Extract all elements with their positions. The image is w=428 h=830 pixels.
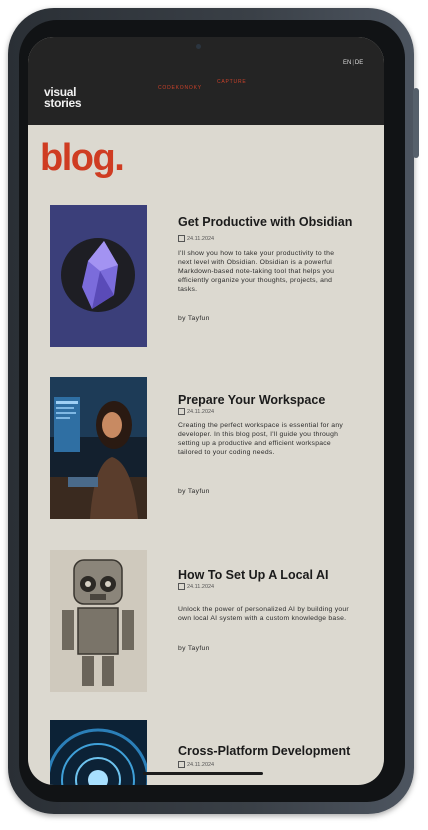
post-thumbnail-workspace[interactable]	[50, 377, 147, 519]
post-title[interactable]: Get Productive with Obsidian	[178, 215, 352, 229]
post-description: Creating the perfect workspace is essent…	[178, 422, 343, 456]
robot-sketch-icon	[50, 550, 147, 692]
post-title[interactable]: Prepare Your Workspace	[178, 393, 325, 407]
post-thumbnail-local-ai[interactable]	[50, 550, 147, 692]
post-date: 24.11.2024	[178, 235, 214, 242]
lang-en-link[interactable]: EN	[343, 60, 351, 66]
tablet-screen: visual stories CODEKONOKY CAPTURE EN|DE …	[28, 37, 384, 785]
post-date-text: 24.11.2024	[187, 583, 215, 590]
post-author: by Tayfun	[178, 488, 210, 495]
page-title: blog.	[40, 137, 125, 179]
site-logo[interactable]: visual stories	[44, 86, 82, 110]
obsidian-logo-icon	[50, 205, 147, 347]
post-title[interactable]: Cross-Platform Development	[178, 744, 350, 758]
home-indicator[interactable]	[143, 772, 263, 775]
calendar-icon	[178, 583, 185, 590]
calendar-icon	[178, 235, 185, 242]
post-thumbnail-cross-platform[interactable]	[50, 720, 147, 785]
front-camera	[196, 44, 201, 49]
post-description: I'll show you how to take your productiv…	[178, 250, 335, 293]
calendar-icon	[178, 408, 185, 415]
language-switcher: EN|DE	[343, 60, 363, 66]
calendar-icon	[178, 761, 185, 768]
site-header: visual stories CODEKONOKY CAPTURE EN|DE	[28, 37, 384, 125]
post-date: 24.11.2024	[178, 583, 214, 590]
lang-separator: |	[352, 60, 354, 66]
post-author: by Tayfun	[178, 315, 210, 322]
post-date-text: 24.11.2024	[187, 408, 215, 415]
post-date: 24.11.2024	[178, 408, 214, 415]
post-title[interactable]: How To Set Up A Local AI	[178, 568, 328, 582]
lang-de-link[interactable]: DE	[355, 60, 363, 66]
post-author: by Tayfun	[178, 645, 210, 652]
logo-line-2: stories	[44, 96, 82, 110]
post-date-text: 24.11.2024	[187, 235, 215, 242]
post-thumbnail-obsidian[interactable]	[50, 205, 147, 347]
post-description: Unlock the power of personalized AI by b…	[178, 606, 349, 622]
post-date: 24.11.2024	[178, 761, 214, 768]
nav-link-capture[interactable]: CAPTURE	[217, 79, 247, 85]
nav-link-codekonoky[interactable]: CODEKONOKY	[158, 85, 202, 91]
blue-tunnel-icon	[50, 720, 147, 785]
developer-photo-icon	[50, 377, 147, 519]
post-date-text: 24.11.2024	[187, 761, 215, 768]
